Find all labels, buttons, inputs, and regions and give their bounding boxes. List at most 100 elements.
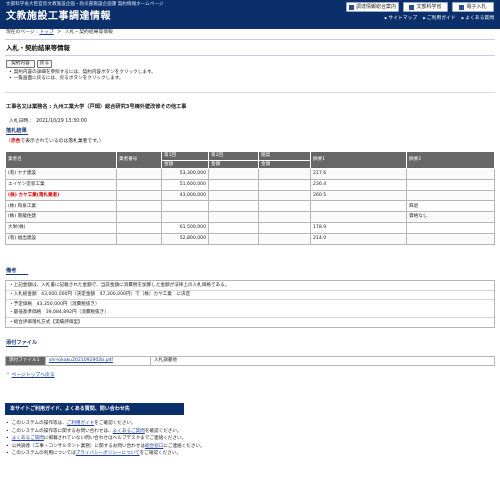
cell-negotiated-amount xyxy=(258,211,311,223)
faq-link[interactable]: よくある質問 xyxy=(462,16,494,22)
cell-remark2 xyxy=(406,178,495,191)
footer-item: よくあるご質問に掲載されていない問い合わせはヘルプデスクまでご連絡ください。 xyxy=(6,435,205,443)
cell-company-no xyxy=(116,178,162,191)
footer-list: このシステムの操作等は、ご利用ガイドをご確認ください。このシステムの操作等に関す… xyxy=(6,420,205,458)
info-icon xyxy=(348,4,354,10)
attachment-description: 入札調書他 xyxy=(150,356,495,366)
cell-company-name: 大栄(株) xyxy=(5,221,117,234)
table-row: 大栄(株) 61,500,000 178.9 xyxy=(5,221,495,234)
col-header-remark2: 摘要2 xyxy=(406,151,495,169)
cell-round2-amount xyxy=(208,232,259,245)
divider xyxy=(5,55,495,56)
footer-link[interactable]: よくあるご質問 xyxy=(12,436,44,441)
cell-remark1: 236.4 xyxy=(310,178,407,191)
instructions: 契約内容の詳細を参照するには、契約内容ボタンをクリックします。 一覧画面に戻るに… xyxy=(9,70,156,82)
section-remarks-heading: 備考 xyxy=(6,268,29,276)
bid-date: 入札日時 : 2021/10/29 13:30:00 xyxy=(9,119,87,124)
cell-negotiated-amount xyxy=(258,232,311,245)
divider xyxy=(5,39,495,40)
procurement-info-button[interactable]: 調達情報総合案内 xyxy=(346,2,399,12)
section-attachment-heading: 添付ファイル xyxy=(6,340,38,348)
footer-link[interactable]: よくあるご質問 xyxy=(113,429,145,434)
cell-negotiated-amount xyxy=(258,200,311,213)
attachment-label: 添付ファイル1 xyxy=(5,356,46,366)
cell-company-no xyxy=(116,221,162,234)
project-title: 工事名又は業務名 : 九州工業大学（戸畑）総合研究3号棟外壁改修その他工事 xyxy=(6,104,187,110)
col-header-remark1: 摘要1 xyxy=(310,151,407,169)
cell-round1-amount: 53,300,000 xyxy=(161,168,209,180)
footer-item: 公共調達（工事・コンサルタント業務）に関するお問い合わせは総合窓口にご連絡くださ… xyxy=(6,443,205,451)
table-row: (有) ヤナ建設 53,300,000 217.6 xyxy=(5,168,495,180)
footer-link[interactable]: 総合窓口 xyxy=(145,444,163,449)
contract-detail-button[interactable]: 契約内容 xyxy=(6,60,35,68)
breadcrumb: 現在のページ : トップ > 入札・契約結果等情報 xyxy=(6,30,113,35)
cell-company-no xyxy=(116,168,162,180)
link-icon xyxy=(409,4,415,10)
cell-round2-amount xyxy=(208,189,259,202)
attachment-table: 添付ファイル1 shi-kikaku2021092902b.pdf 入札調書他 xyxy=(5,356,495,366)
guide-link[interactable]: ご利用ガイド xyxy=(423,16,456,22)
header-subtitle: 文部科学省大臣官房文教施設企画・防災部施設企画課 契約情報ホームページ xyxy=(6,2,164,7)
cell-remark2 xyxy=(406,168,495,180)
cell-round2-amount xyxy=(208,221,259,234)
footer-item: このシステムの利用についてはプライバシーポリシーについてをご確認ください。 xyxy=(6,450,205,458)
table-row: (株) カヤ工業(落札業者) 43,000,000 260.5 xyxy=(5,189,495,202)
header-links: サイトマップ ご利用ガイド よくある質問 xyxy=(385,16,494,22)
footer-link[interactable]: プライバシーポリシーについて xyxy=(76,451,140,456)
subheader-amount: 金額 xyxy=(208,159,259,169)
subheader-amount: 金額 xyxy=(161,159,209,169)
cell-negotiated-amount xyxy=(258,178,311,191)
breadcrumb-top-link[interactable]: トップ xyxy=(39,30,53,35)
cell-negotiated-amount xyxy=(258,168,311,180)
cell-remark1: 260.5 xyxy=(310,189,407,202)
cell-negotiated-amount xyxy=(258,189,311,202)
cell-company-name: (株) 南龍住建 xyxy=(5,211,117,223)
page-title: 入札・契約結果等情報 xyxy=(6,44,70,52)
cell-company-no xyxy=(116,232,162,245)
cell-remark2 xyxy=(406,189,495,202)
cell-round1-amount xyxy=(161,200,209,213)
page-top-link[interactable]: ⌃ ページトップへ戻る xyxy=(6,373,55,379)
col-header-round2: 第2回 xyxy=(208,151,259,161)
cell-round2-amount xyxy=(208,200,259,213)
table-row: (株) 南龍住建 資格なし xyxy=(5,211,495,223)
subheader-amount: 金額 xyxy=(258,159,311,169)
cell-round2-amount xyxy=(208,211,259,223)
cell-remark1 xyxy=(310,211,407,223)
cell-remark1: 217.6 xyxy=(310,168,407,180)
cell-remark2 xyxy=(406,232,495,245)
e-bidding-button[interactable]: 電子入札 xyxy=(452,2,494,12)
link-icon xyxy=(459,4,465,10)
cell-remark1: 178.9 xyxy=(310,221,407,234)
divider xyxy=(5,92,495,93)
bid-results-table: 業者名 業者番号 第1回 第2回 随契 摘要1 摘要2 金額 金額 金額 (有)… xyxy=(5,151,495,245)
breadcrumb-current: 入札・契約結果等情報 xyxy=(64,30,113,35)
mext-button[interactable]: 文部科学省 xyxy=(403,2,448,12)
cell-company-name: (有) ヤナ建設 xyxy=(5,168,117,180)
site-title[interactable]: 文教施設工事調達情報 xyxy=(6,11,111,23)
cell-negotiated-amount xyxy=(258,221,311,234)
cell-remark1: 214.0 xyxy=(310,232,407,245)
attachment-file-link[interactable]: shi-kikaku2021092902b.pdf xyxy=(49,358,113,363)
table-row: (株) 和泉工業 辞退 xyxy=(5,200,495,213)
cell-company-name: エイケン塗装工業 xyxy=(5,178,117,191)
cell-company-name: (株) カヤ工業(落札業者) xyxy=(5,189,117,202)
cell-company-no xyxy=(116,189,162,202)
footer-link[interactable]: ご利用ガイド xyxy=(67,421,95,426)
col-header-company-no: 業者番号 xyxy=(116,151,162,169)
col-header-round1: 第1回 xyxy=(161,151,209,161)
remarks-box: ・上記金額は、入札書に記載された金額で、当該金額に消費税を加算した金額が法律上の… xyxy=(5,280,495,328)
section-result-heading: 落札結果 xyxy=(6,128,28,136)
col-header-negotiated: 随契 xyxy=(258,151,311,161)
cell-remark2: 辞退 xyxy=(406,200,495,213)
sitemap-link[interactable]: サイトマップ xyxy=(385,16,417,22)
winner-legend: （赤色で表示されているのは落札業者です。） xyxy=(6,139,104,144)
cell-round1-amount xyxy=(161,211,209,223)
cell-round1-amount: 51,600,000 xyxy=(161,178,209,191)
back-button[interactable]: 戻る xyxy=(37,60,52,68)
cell-round2-amount xyxy=(208,178,259,191)
table-row: (有) 福出建設 52,800,000 214.0 xyxy=(5,232,495,245)
cell-round1-amount: 43,000,000 xyxy=(161,189,209,202)
cell-remark1 xyxy=(310,200,407,213)
footer-banner: 本サイトご利用ガイド、よくある質問、問い合わせ先 xyxy=(5,403,184,415)
